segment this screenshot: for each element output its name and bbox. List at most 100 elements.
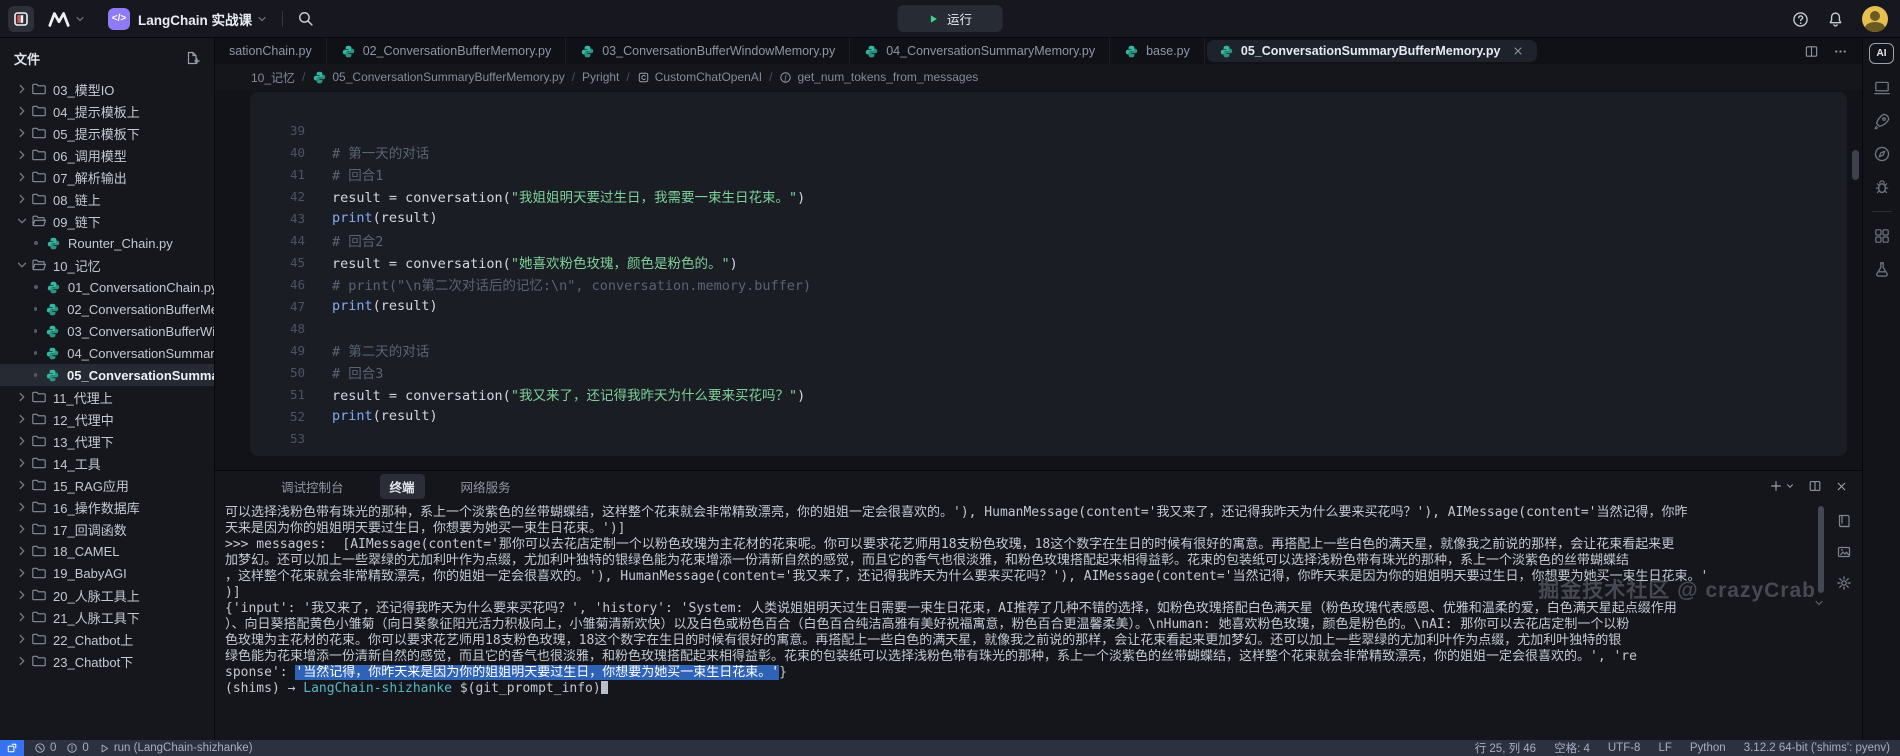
tree-file[interactable]: 05_ConversationSummaryBuf... bbox=[0, 364, 214, 386]
rocket-icon[interactable] bbox=[1873, 112, 1891, 130]
new-file-icon[interactable] bbox=[184, 50, 200, 66]
image-icon[interactable] bbox=[1836, 544, 1852, 560]
tree-folder[interactable]: 11_代理上 bbox=[0, 386, 214, 408]
editor-scrollbar[interactable] bbox=[1852, 150, 1859, 180]
python-icon bbox=[44, 324, 61, 339]
chevron-right-icon bbox=[14, 148, 30, 162]
code-line: 45result = conversation("她喜欢粉色玫瑰，颜色是粉色的。… bbox=[250, 251, 1847, 273]
modified-dot bbox=[34, 351, 37, 355]
ai-assistant-button[interactable]: AI bbox=[1869, 43, 1894, 64]
compass-icon[interactable] bbox=[1873, 145, 1891, 163]
folder-label: 11_代理上 bbox=[53, 388, 113, 407]
folder-label: 15_RAG应用 bbox=[53, 476, 129, 495]
bug-icon[interactable] bbox=[1873, 178, 1891, 196]
add-terminal-icon[interactable] bbox=[1769, 479, 1795, 493]
tree-folder[interactable]: 07_解析输出 bbox=[0, 166, 214, 188]
status-item[interactable]: LF bbox=[1658, 742, 1671, 754]
editor-tab[interactable]: 04_ConversationSummaryMemory.py bbox=[850, 38, 1110, 64]
app-logo-icon[interactable] bbox=[8, 6, 34, 32]
project-name[interactable]: LangChain 实战课 bbox=[138, 9, 252, 29]
tree-folder[interactable]: 13_代理下 bbox=[0, 430, 214, 452]
editor-tab[interactable]: sationChain.py bbox=[215, 38, 327, 64]
split-editor-icon[interactable] bbox=[1804, 44, 1819, 59]
chevron-down-icon[interactable] bbox=[256, 13, 268, 25]
tree-folder[interactable]: 15_RAG应用 bbox=[0, 474, 214, 496]
tree-folder[interactable]: 22_Chatbot上 bbox=[0, 628, 214, 650]
chevron-down-icon[interactable] bbox=[74, 13, 86, 25]
tree-folder[interactable]: 18_CAMEL bbox=[0, 540, 214, 562]
run-button[interactable]: 运行 bbox=[898, 5, 1003, 32]
python-icon bbox=[864, 44, 879, 59]
tree-folder[interactable]: 21_人脉工具下 bbox=[0, 606, 214, 628]
run-config-status[interactable]: run (LangChain-shizhanke) bbox=[99, 742, 253, 754]
breadcrumb-item[interactable]: fget_num_tokens_from_messages bbox=[779, 70, 978, 84]
tree-folder[interactable]: 23_Chatbot下 bbox=[0, 650, 214, 672]
search-icon[interactable] bbox=[297, 10, 314, 27]
bell-icon[interactable] bbox=[1827, 11, 1844, 28]
tree-file[interactable]: 03_ConversationBufferWindo... bbox=[0, 320, 214, 342]
tree-folder[interactable]: 17_回调函数 bbox=[0, 518, 214, 540]
panel-tab[interactable]: 调试控制台 bbox=[271, 474, 354, 499]
code-editor[interactable]: 3940# 第一天的对话41# 回合142result = conversati… bbox=[250, 92, 1847, 456]
editor-tab[interactable]: 03_ConversationBufferWindowMemory.py bbox=[566, 38, 850, 64]
panel-tab[interactable]: 网络服务 bbox=[451, 474, 521, 499]
chevron-right-icon bbox=[14, 82, 30, 96]
tree-file[interactable]: 04_ConversationSummaryMe... bbox=[0, 342, 214, 364]
notebook-icon[interactable] bbox=[1836, 513, 1852, 529]
user-avatar[interactable] bbox=[1862, 6, 1888, 32]
close-icon[interactable] bbox=[1511, 45, 1525, 57]
editor-tab[interactable]: 02_ConversationBufferMemory.py bbox=[327, 38, 567, 64]
breadcrumb-item[interactable]: CustomChatOpenAI bbox=[637, 70, 762, 84]
apps-grid-icon[interactable] bbox=[1873, 227, 1891, 245]
breadcrumb-item[interactable]: Pyright bbox=[582, 70, 619, 84]
gear-icon[interactable] bbox=[1836, 575, 1852, 591]
folder-label: 03_模型IO bbox=[53, 80, 114, 99]
warnings-indicator[interactable]: 0 bbox=[66, 742, 88, 754]
panel-tab-bar: 调试控制台 终端 网络服务 bbox=[215, 471, 1862, 501]
tree-file[interactable]: Rounter_Chain.py bbox=[0, 232, 214, 254]
tree-folder[interactable]: 19_BabyAGI bbox=[0, 562, 214, 584]
line-number: 50 bbox=[250, 365, 305, 380]
terminal-scrollbar[interactable] bbox=[1818, 506, 1824, 593]
marscode-logo-icon[interactable] bbox=[48, 10, 70, 28]
folder-icon bbox=[30, 103, 48, 119]
device-preview-icon[interactable] bbox=[1873, 79, 1891, 97]
tree-folder[interactable]: 10_记忆 bbox=[0, 254, 214, 276]
tree-file[interactable]: 02_ConversationBufferMemor... bbox=[0, 298, 214, 320]
split-panel-icon[interactable] bbox=[1808, 479, 1822, 493]
tree-folder[interactable]: 08_链上 bbox=[0, 188, 214, 210]
terminal-prompt[interactable]: (shims) → LangChain-shizhanke $(git_prom… bbox=[225, 681, 1820, 697]
tree-folder[interactable]: 03_模型IO bbox=[0, 78, 214, 100]
status-item[interactable]: 空格: 4 bbox=[1554, 740, 1590, 756]
status-item[interactable]: 行 25, 列 46 bbox=[1475, 740, 1536, 756]
flask-icon[interactable] bbox=[1873, 260, 1891, 278]
line-number: 51 bbox=[250, 387, 305, 402]
more-icon[interactable] bbox=[1833, 44, 1848, 59]
errors-indicator[interactable]: 0 bbox=[34, 742, 56, 754]
tree-folder[interactable]: 06_调用模型 bbox=[0, 144, 214, 166]
editor-tab[interactable]: base.py bbox=[1110, 38, 1205, 64]
breadcrumb-item[interactable]: 05_ConversationSummaryBufferMemory.py bbox=[312, 70, 564, 85]
panel-tab[interactable]: 终端 bbox=[380, 474, 425, 499]
tree-folder[interactable]: 04_提示模板上 bbox=[0, 100, 214, 122]
tree-file[interactable]: 01_ConversationChain.py bbox=[0, 276, 214, 298]
status-item[interactable]: UTF-8 bbox=[1608, 742, 1641, 754]
editor-tab[interactable]: 05_ConversationSummaryBufferMemory.py bbox=[1207, 40, 1538, 62]
status-item[interactable]: 3.12.2 64-bit ('shims': pyenv) bbox=[1744, 742, 1890, 754]
close-panel-icon[interactable] bbox=[1835, 480, 1848, 493]
breadcrumb-item[interactable]: 10_记忆 bbox=[251, 69, 295, 86]
tree-folder[interactable]: 12_代理中 bbox=[0, 408, 214, 430]
tree-folder[interactable]: 09_链下 bbox=[0, 210, 214, 232]
code-line: 53 bbox=[250, 427, 1847, 449]
divider bbox=[1872, 211, 1892, 212]
help-icon[interactable] bbox=[1792, 11, 1809, 28]
tree-folder[interactable]: 20_人脉工具上 bbox=[0, 584, 214, 606]
tree-folder[interactable]: 14_工具 bbox=[0, 452, 214, 474]
folder-label: 21_人脉工具下 bbox=[53, 608, 140, 627]
status-item[interactable]: Python bbox=[1690, 742, 1726, 754]
terminal-line: sponse': '当然记得，你昨天来是因为你的姐姐明天要过生日，你想要为她买一… bbox=[225, 665, 1820, 681]
tree-folder[interactable]: 16_操作数据库 bbox=[0, 496, 214, 518]
folder-icon bbox=[30, 653, 48, 669]
remote-button[interactable] bbox=[0, 740, 24, 756]
tree-folder[interactable]: 05_提示模板下 bbox=[0, 122, 214, 144]
